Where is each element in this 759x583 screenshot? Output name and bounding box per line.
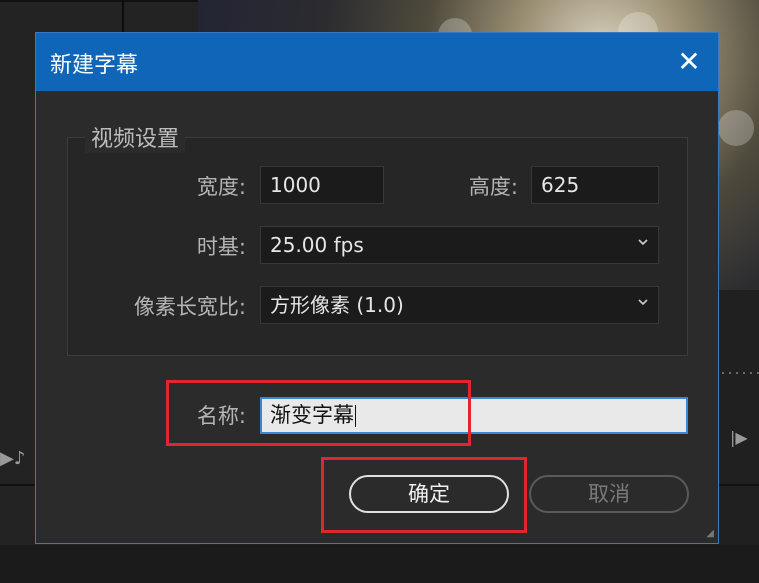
height-field[interactable]: 625 <box>531 166 659 204</box>
cancel-button[interactable]: 取消 <box>529 475 689 513</box>
timebase-value: 25.00 fps <box>270 233 364 257</box>
video-settings-legend: 视频设置 <box>85 121 186 153</box>
play-audio-icon[interactable]: ▶♪ <box>0 448 25 469</box>
name-highlight-box <box>166 380 471 446</box>
dialog-titlebar: 新建字幕 ✕ <box>36 33 718 91</box>
pixel-aspect-select[interactable]: 方形像素 (1.0) <box>260 286 659 324</box>
background-bottom-panel <box>0 545 759 583</box>
panel-divider <box>719 484 759 486</box>
timebase-select[interactable]: 25.00 fps <box>260 226 659 264</box>
dialog-title: 新建字幕 <box>50 53 139 78</box>
close-icon[interactable]: ✕ <box>672 45 706 79</box>
timeline-ruler <box>722 372 759 374</box>
panel-divider <box>122 0 124 35</box>
width-label: 宽度: <box>196 175 246 199</box>
step-forward-icon[interactable]: |▶ <box>730 428 748 447</box>
width-field[interactable]: 1000 <box>260 166 384 204</box>
panel-divider <box>0 484 36 486</box>
chevron-down-icon <box>638 299 648 306</box>
height-label: 高度: <box>468 175 518 199</box>
ok-highlight-box <box>321 457 527 533</box>
resize-grip-icon[interactable]: ◢ <box>706 528 714 539</box>
pixel-aspect-label: 像素长宽比: <box>133 295 246 319</box>
pixel-aspect-value: 方形像素 (1.0) <box>270 293 404 317</box>
panel-divider <box>0 0 200 2</box>
chevron-down-icon <box>638 239 648 246</box>
timebase-label: 时基: <box>196 235 246 259</box>
